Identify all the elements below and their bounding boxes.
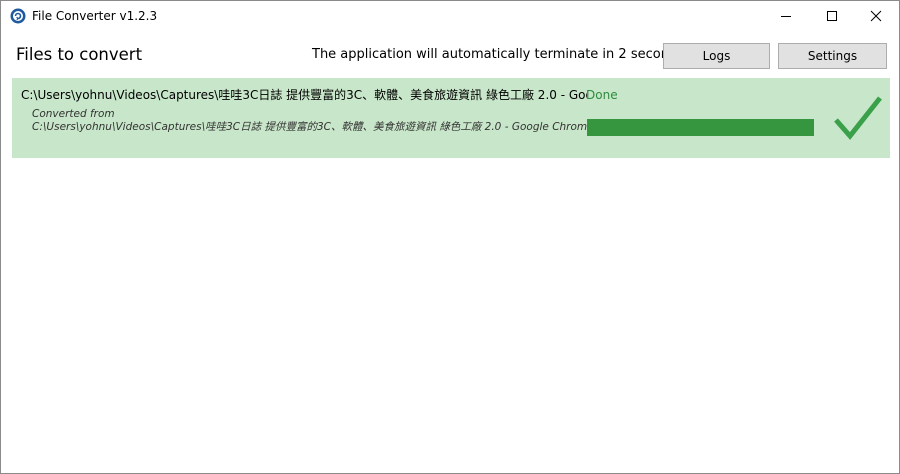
file-list-item[interactable]: C:\Users\yohnu\Videos\Captures\哇哇3C日誌 提供…: [12, 78, 890, 158]
maximize-button[interactable]: [809, 1, 855, 31]
title-bar[interactable]: File Converter v1.2.3: [1, 1, 899, 31]
output-file-path: C:\Users\yohnu\Videos\Captures\哇哇3C日誌 提供…: [21, 88, 587, 102]
logs-button[interactable]: Logs: [663, 43, 770, 69]
checkmark-icon: [834, 96, 882, 140]
file-converter-app-icon: [10, 8, 26, 24]
window-title: File Converter v1.2.3: [32, 9, 158, 23]
conversion-progress-bar: [587, 119, 814, 136]
maximize-icon: [827, 11, 837, 21]
conversion-status: Done: [586, 88, 618, 102]
converted-from-label: Converted from: [32, 108, 115, 120]
settings-button[interactable]: Settings: [778, 43, 887, 69]
terminate-message: The application will automatically termi…: [312, 47, 689, 62]
progress-fill: [587, 119, 814, 136]
page-title: Files to convert: [16, 45, 143, 64]
minimize-button[interactable]: [763, 1, 809, 31]
close-button[interactable]: [853, 1, 899, 31]
close-icon: [870, 10, 882, 22]
minimize-icon: [781, 16, 791, 17]
input-file-path: C:\Users\yohnu\Videos\Captures\哇哇3C日誌 提供…: [32, 121, 592, 133]
app-window: File Converter v1.2.3 Files to convert T…: [0, 0, 900, 474]
